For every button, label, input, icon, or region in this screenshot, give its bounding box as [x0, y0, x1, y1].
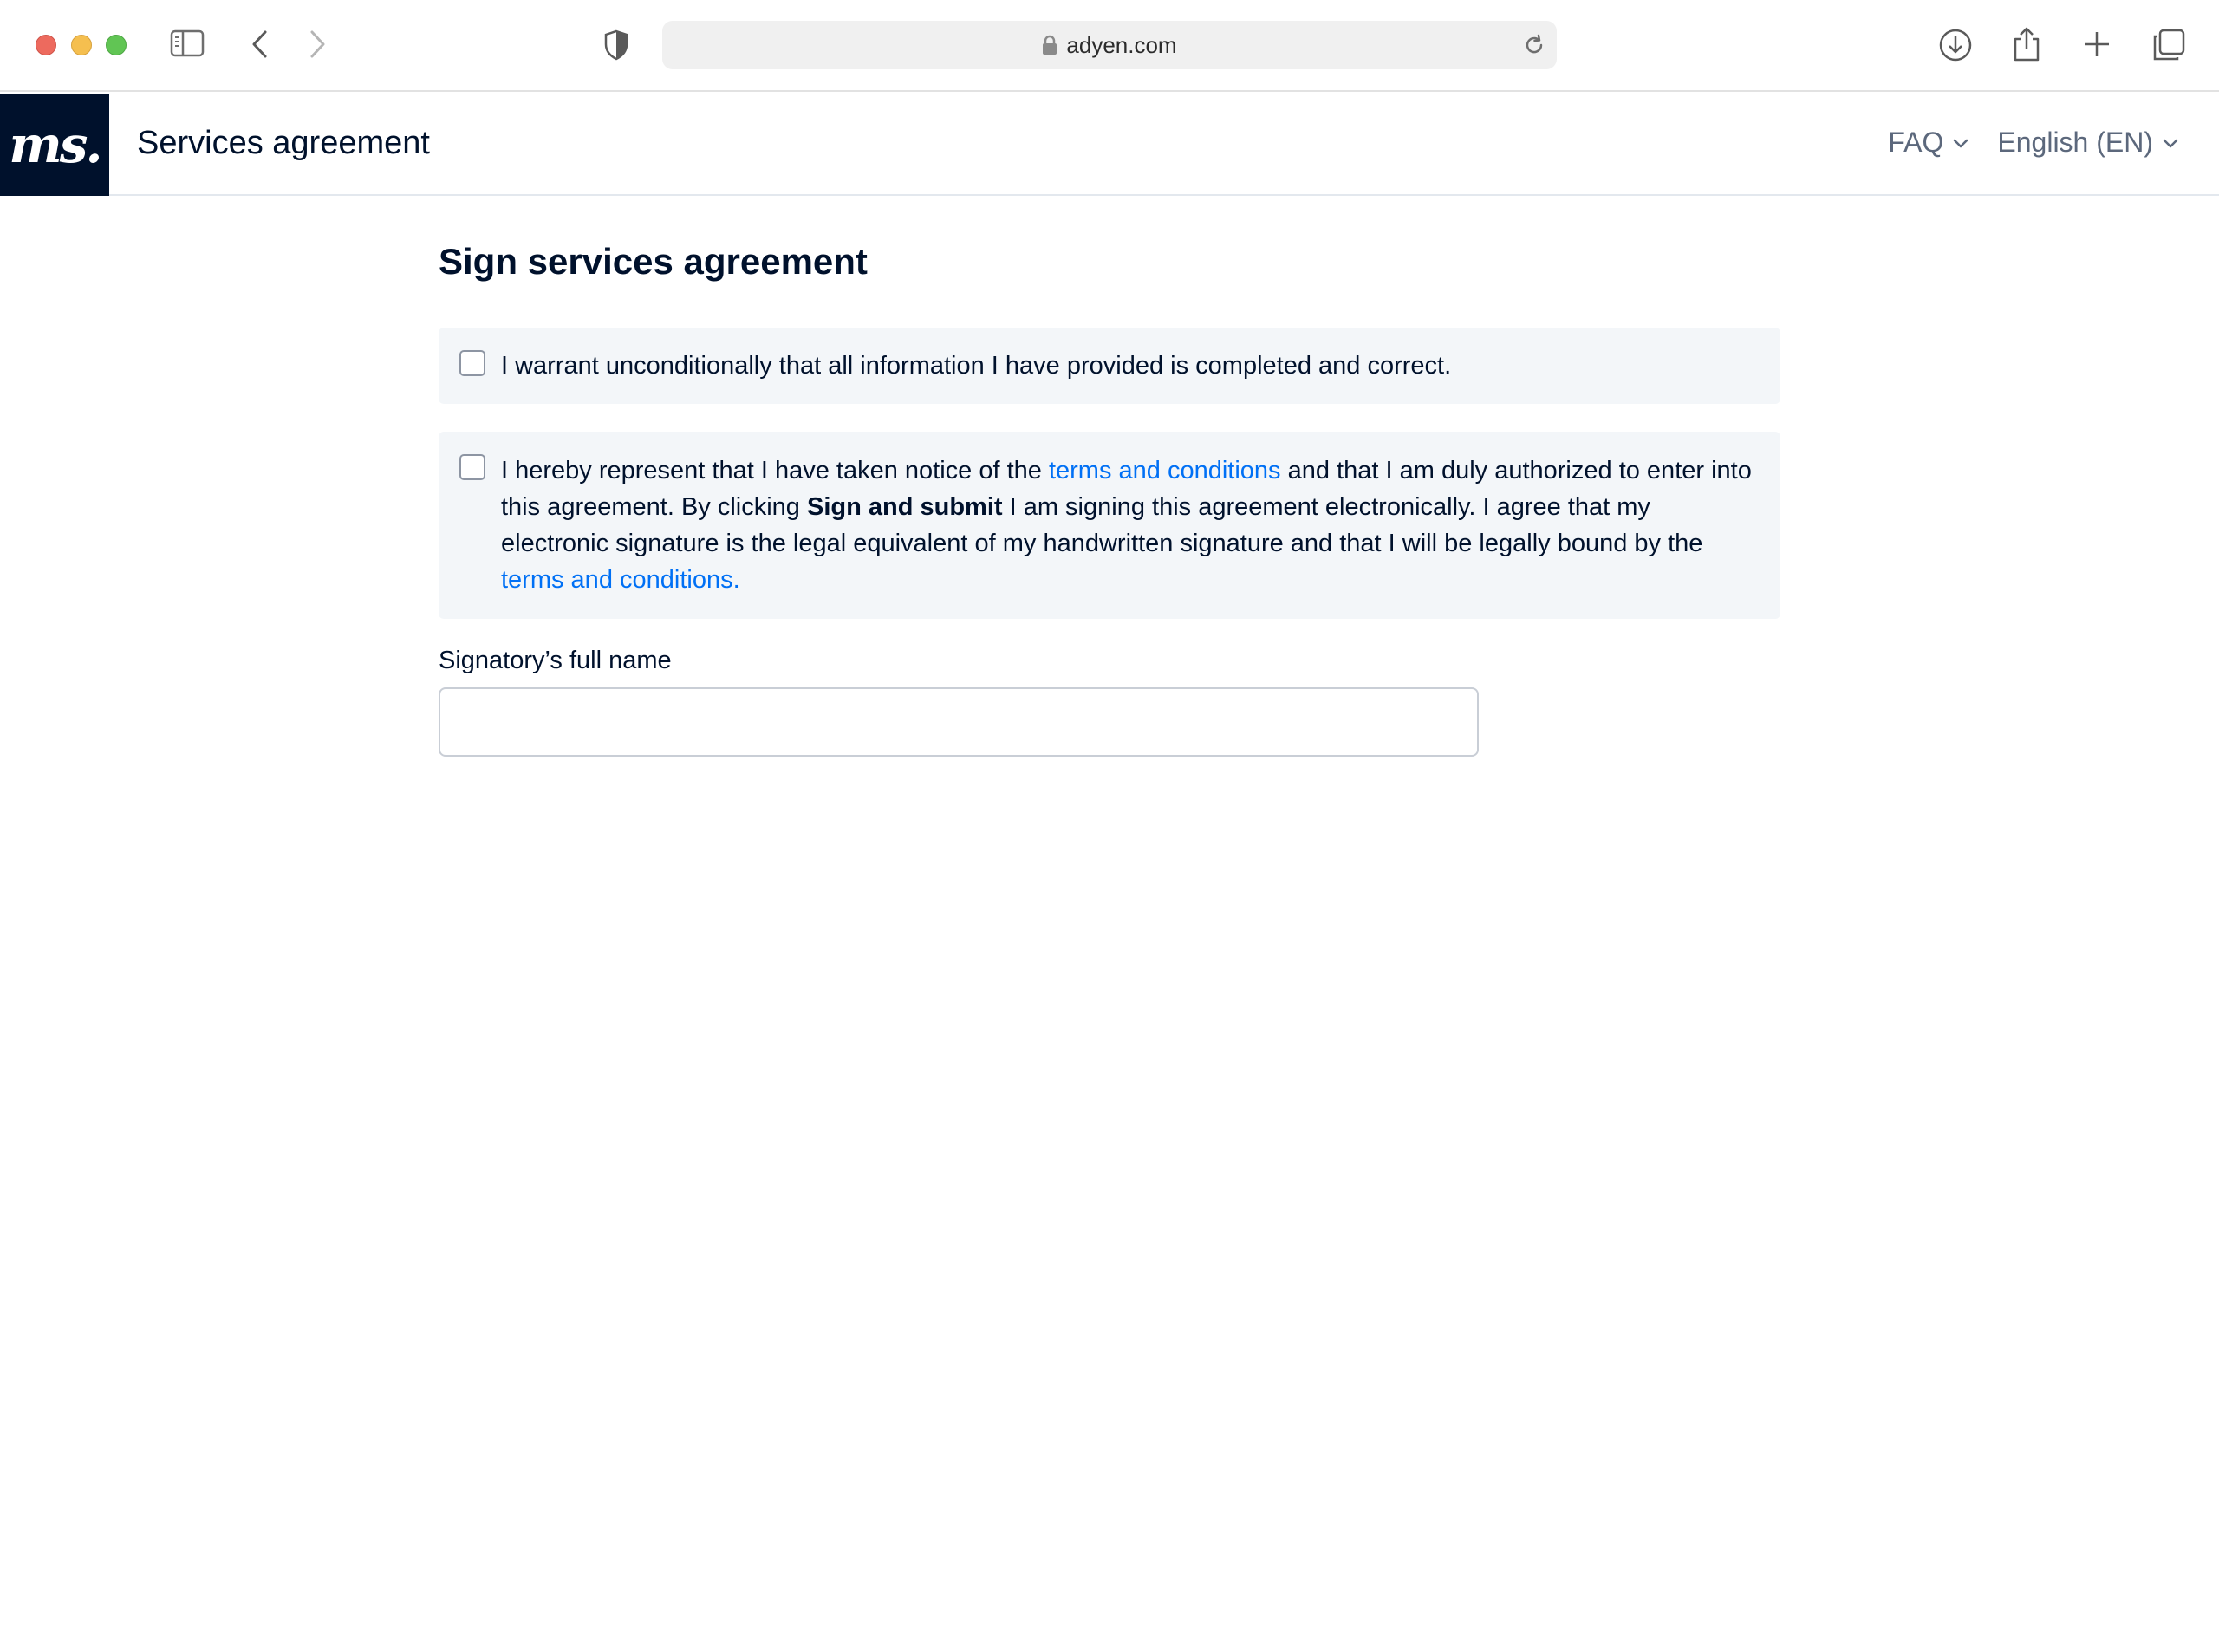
sign-and-submit-emphasis: Sign and submit [806, 493, 1003, 521]
faq-label: FAQ [1888, 127, 1944, 158]
header-nav: FAQ English (EN) [1888, 127, 2179, 159]
chevron-down-icon [2163, 139, 2178, 147]
signatory-name-label: Signatory’s full name [439, 647, 672, 674]
agreement-checkbox[interactable] [459, 454, 485, 480]
close-window-button[interactable] [36, 35, 56, 55]
signatory-name-input[interactable] [439, 687, 1479, 757]
language-label: English (EN) [1997, 127, 2153, 158]
app-header: ms. Services agreement FAQ English (EN) [0, 94, 2219, 196]
page-header-title: Services agreement [137, 125, 430, 161]
url-text: adyen.com [1066, 31, 1177, 58]
brand-logo[interactable]: ms. [0, 94, 109, 196]
share-icon[interactable] [2011, 26, 2042, 62]
terms-link[interactable]: terms and conditions [1049, 457, 1281, 485]
download-icon[interactable] [1938, 28, 1973, 62]
chevron-down-icon [1954, 139, 1968, 147]
agreement-text-part-1: I hereby represent that I have taken not… [501, 457, 1049, 485]
faq-menu[interactable]: FAQ [1888, 127, 1969, 159]
lock-icon [1042, 35, 1057, 55]
warranty-card: I warrant unconditionally that all infor… [439, 328, 1780, 404]
browser-toolbar: adyen.com [0, 0, 2219, 92]
warranty-checkbox[interactable] [459, 350, 485, 376]
warranty-text: I warrant unconditionally that all infor… [501, 352, 1452, 380]
zoom-window-button[interactable] [106, 35, 127, 55]
logo-text: ms. [9, 115, 102, 174]
page-title: Sign services agreement [439, 241, 868, 282]
tabs-overview-icon[interactable] [2151, 28, 2186, 62]
forward-icon[interactable] [307, 29, 328, 59]
sidebar-icon[interactable] [170, 29, 205, 57]
reload-icon[interactable] [1522, 33, 1546, 62]
terms-link-2[interactable]: terms and conditions. [501, 566, 740, 594]
back-icon[interactable] [250, 29, 270, 59]
address-bar[interactable]: adyen.com [662, 21, 1557, 69]
agreement-card: I hereby represent that I have taken not… [439, 432, 1780, 619]
main-content: Sign services agreement I warrant uncond… [439, 241, 1780, 757]
minimize-window-button[interactable] [71, 35, 92, 55]
shield-icon[interactable] [603, 29, 629, 61]
language-selector[interactable]: English (EN) [1997, 127, 2179, 159]
agreement-text: I hereby represent that I have taken not… [501, 452, 1754, 598]
new-tab-icon[interactable] [2082, 29, 2112, 59]
